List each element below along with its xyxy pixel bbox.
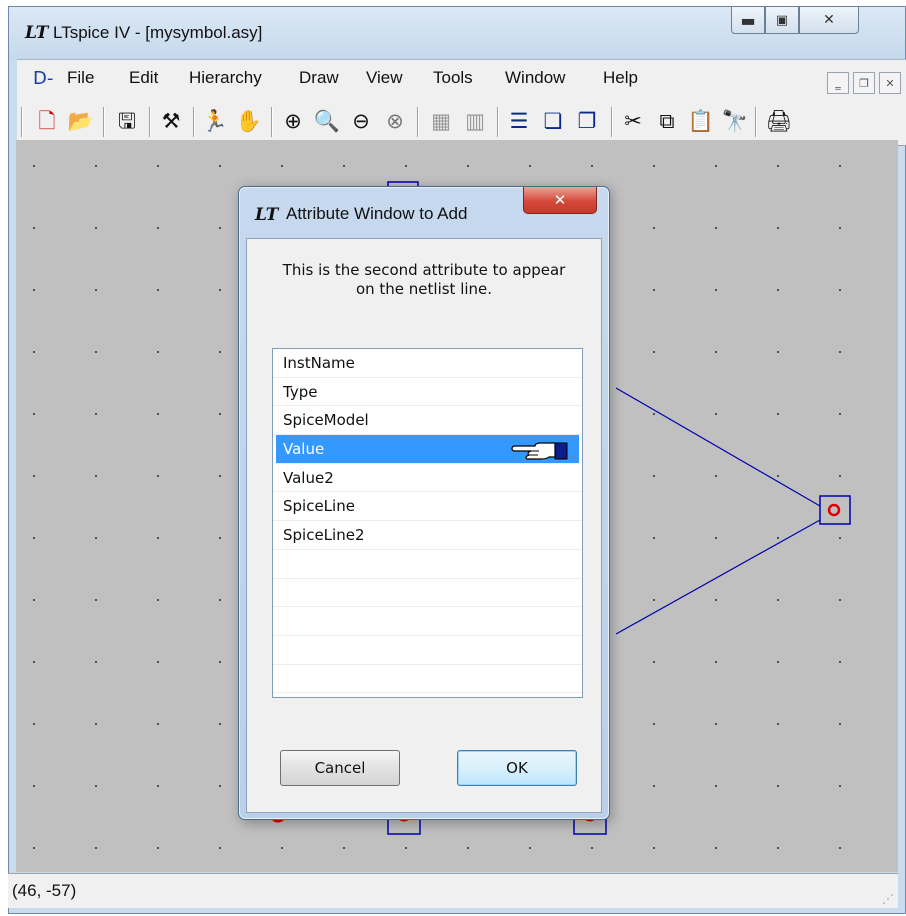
- dialog-body: This is the second attribute to appear o…: [246, 238, 602, 813]
- menu-edit[interactable]: Edit: [129, 68, 158, 88]
- output-pin: [827, 503, 841, 517]
- cursor-coordinates: (46, -57): [12, 881, 77, 900]
- list-item-spiceline[interactable]: SpiceLine: [273, 492, 582, 522]
- toolbar: 🗋 📂 🖫 ⚒ 🏃 ✋ ⊕ 🔍 ⊖ ⊗ ▦ ▥ ☰ ❏ ❐ ✂ ⧉ 📋 🔭 🖨: [17, 97, 906, 146]
- menu-hierarchy[interactable]: Hierarchy: [189, 68, 262, 88]
- menu-tools[interactable]: Tools: [433, 68, 473, 88]
- paste-icon[interactable]: 📋: [687, 107, 715, 135]
- schematic-menu-icon[interactable]: D-: [33, 68, 53, 89]
- find-icon[interactable]: 🔭: [721, 107, 749, 135]
- dialog-title: Attribute Window to Add: [286, 204, 468, 223]
- menu-view[interactable]: View: [366, 68, 403, 88]
- halt-icon[interactable]: ✋: [235, 107, 263, 135]
- control-panel-icon[interactable]: ⚒: [157, 107, 185, 135]
- minimize-icon: ▬: [740, 10, 756, 30]
- list-item-spicemodel[interactable]: SpiceModel: [273, 406, 582, 436]
- tile-horizontal-icon[interactable]: ☰: [505, 107, 533, 135]
- menu-file[interactable]: File: [67, 68, 94, 88]
- open-icon[interactable]: 📂: [67, 107, 95, 135]
- output-pin-box: [819, 495, 851, 525]
- window-title: LTspice IV - [mysymbol.asy]: [53, 23, 263, 42]
- toolbar-separator: [755, 107, 757, 137]
- cascade-icon[interactable]: ❏: [539, 107, 567, 135]
- toolbar-separator: [149, 107, 151, 137]
- symbol-wire-lower: [615, 519, 821, 635]
- toolbar-separator: [611, 107, 613, 137]
- list-item-type[interactable]: Type: [273, 378, 582, 407]
- autorange-full-icon[interactable]: ▥: [461, 107, 489, 135]
- symbol-wire-upper: [615, 387, 821, 507]
- menu-bar: D- File Edit Hierarchy Draw View Tools W…: [17, 59, 906, 98]
- ok-button[interactable]: OK: [457, 750, 577, 786]
- close-button[interactable]: ✕: [799, 6, 859, 34]
- pointing-hand-icon: [511, 442, 568, 460]
- title-bar[interactable]: LT LTspice IV - [mysymbol.asy] ▬ ▣ ✕: [9, 6, 905, 59]
- dialog-logo: LT: [255, 205, 279, 225]
- print-icon[interactable]: 🖨: [765, 107, 793, 135]
- mdi-restore-button[interactable]: ❐: [853, 72, 875, 94]
- maximize-icon: ▣: [775, 12, 789, 28]
- autorange-icon[interactable]: ▦: [427, 107, 455, 135]
- cut-icon[interactable]: ✂: [619, 107, 647, 135]
- toolbar-separator: [103, 107, 105, 137]
- new-schematic-icon[interactable]: 🗋: [33, 107, 61, 135]
- list-item-empty[interactable]: [273, 607, 582, 636]
- toolbar-separator: [193, 107, 195, 137]
- list-item-empty[interactable]: [273, 550, 582, 579]
- zoom-fit-icon[interactable]: ⊗: [381, 107, 409, 135]
- close-icon: ✕: [553, 191, 567, 209]
- maximize-button[interactable]: ▣: [765, 6, 799, 34]
- menu-window[interactable]: Window: [505, 68, 565, 88]
- minimize-button[interactable]: ▬: [731, 6, 765, 34]
- toolbar-separator: [271, 107, 273, 137]
- list-item-instname[interactable]: InstName: [273, 349, 582, 378]
- attribute-listbox[interactable]: InstName Type SpiceModel Value Value2 Sp…: [272, 348, 583, 698]
- dialog-close-button[interactable]: ✕: [523, 187, 597, 214]
- menu-help[interactable]: Help: [603, 68, 638, 88]
- list-item-empty[interactable]: [273, 636, 582, 665]
- tile-vertical-icon[interactable]: ❐: [573, 107, 601, 135]
- attribute-window-dialog: LT Attribute Window to Add ✕ This is the…: [238, 186, 610, 820]
- dialog-message-line-1: This is the second attribute to appear: [282, 261, 566, 279]
- close-icon: ✕: [823, 12, 835, 28]
- resize-grip-icon[interactable]: ⋰: [882, 892, 894, 906]
- list-item-value2[interactable]: Value2: [273, 464, 582, 493]
- ltspice-logo: LT: [25, 23, 49, 43]
- list-item-empty[interactable]: [273, 579, 582, 608]
- zoom-out-icon[interactable]: ⊖: [347, 107, 375, 135]
- toolbar-separator: [417, 107, 419, 137]
- dialog-message: This is the second attribute to appear o…: [247, 261, 601, 299]
- save-icon[interactable]: 🖫: [113, 107, 141, 135]
- run-icon[interactable]: 🏃: [201, 107, 229, 135]
- copy-icon[interactable]: ⧉: [653, 107, 681, 135]
- list-item-spiceline2[interactable]: SpiceLine2: [273, 521, 582, 550]
- menu-draw[interactable]: Draw: [299, 68, 339, 88]
- dialog-message-line-2: on the netlist line.: [355, 280, 493, 298]
- cancel-button[interactable]: Cancel: [280, 750, 400, 786]
- toolbar-separator: [21, 107, 23, 137]
- zoom-in-icon[interactable]: ⊕: [279, 107, 307, 135]
- list-item-value[interactable]: Value: [276, 435, 579, 464]
- mdi-close-button[interactable]: ✕: [879, 72, 901, 94]
- list-item-empty[interactable]: [273, 665, 582, 694]
- pan-icon[interactable]: 🔍: [313, 107, 341, 135]
- status-bar: (46, -57) ⋰: [8, 873, 898, 908]
- toolbar-separator: [497, 107, 499, 137]
- mdi-minimize-button[interactable]: ‗: [827, 72, 849, 94]
